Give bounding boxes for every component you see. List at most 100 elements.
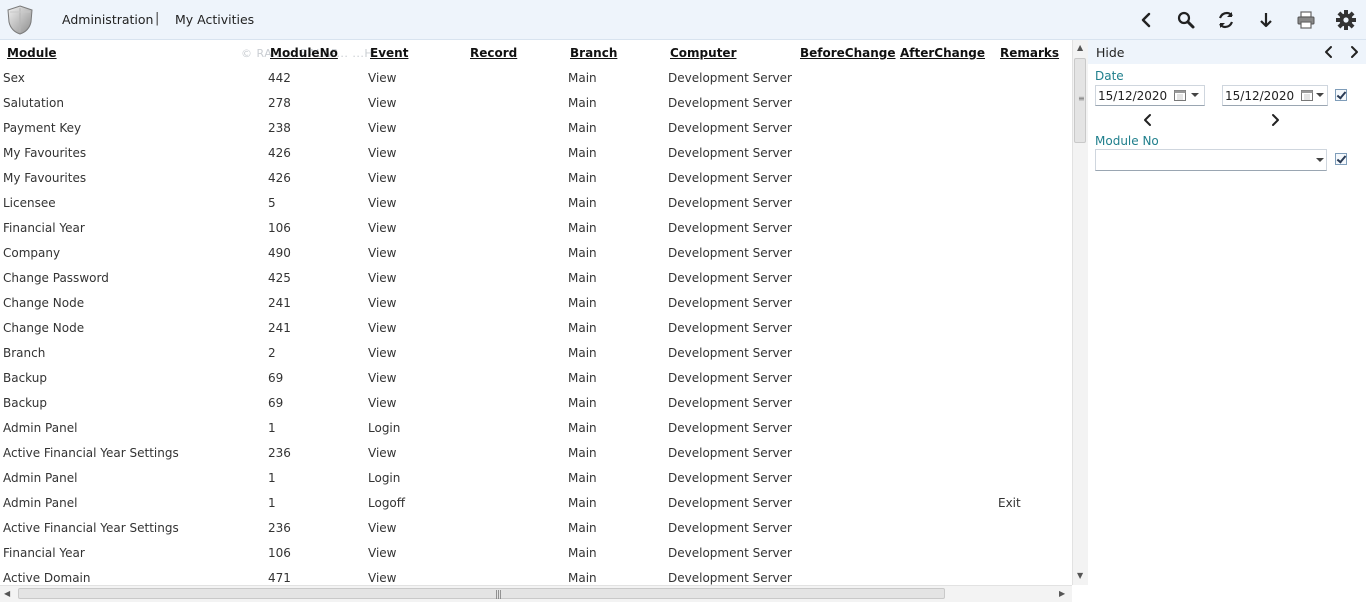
table-row[interactable]: Change Node 241 View Main Development Server — [0, 296, 1072, 321]
table-row[interactable]: Backup 69 View Main Development Server — [0, 396, 1072, 421]
cell-branch: Main — [568, 471, 597, 485]
cell-computer: Development Server — [668, 446, 792, 460]
back-icon[interactable] — [1136, 9, 1158, 31]
scroll-down-icon[interactable]: ▼ — [1077, 571, 1083, 580]
column-header-module[interactable]: Module — [7, 46, 57, 60]
table-row[interactable]: Sex 442 View Main Development Server — [0, 71, 1072, 96]
cell-event: View — [368, 121, 397, 135]
cell-module-no: 236 — [268, 521, 291, 535]
cell-computer: Development Server — [668, 321, 792, 335]
table-row[interactable]: Active Financial Year Settings 236 View Mai… — [0, 521, 1072, 546]
cell-branch: Main — [568, 396, 597, 410]
table-row[interactable]: Salutation 278 View Main Development Server — [0, 96, 1072, 121]
scroll-right-icon[interactable]: ▶ — [1059, 589, 1065, 598]
table-row[interactable]: Admin Panel 1 Logoff Main Development Server… — [0, 496, 1072, 521]
breadcrumb-my-activities[interactable]: My Activities — [175, 12, 254, 27]
cell-event: View — [368, 146, 397, 160]
cell-branch: Main — [568, 346, 597, 360]
column-header-moduleno[interactable]: ModuleNo — [270, 46, 338, 60]
cell-branch: Main — [568, 96, 597, 110]
cell-remarks: Exit — [998, 496, 1021, 510]
cell-module-no: 426 — [268, 171, 291, 185]
cell-event: View — [368, 96, 397, 110]
cell-module: Admin Panel — [3, 421, 78, 435]
calendar-icon[interactable] — [1174, 89, 1186, 101]
download-icon[interactable] — [1255, 9, 1277, 31]
cell-module: Financial Year — [3, 221, 85, 235]
cell-module: Company — [3, 246, 61, 260]
column-header-computer[interactable]: Computer — [670, 46, 736, 60]
cell-module-no: 69 — [268, 371, 284, 385]
table-row[interactable]: Licensee 5 View Main Development Server — [0, 196, 1072, 221]
horizontal-scroll-thumb[interactable]: ||| — [18, 588, 945, 600]
search-icon[interactable] — [1175, 9, 1197, 31]
date-filter-checkbox[interactable] — [1335, 89, 1347, 101]
cell-event: View — [368, 171, 397, 185]
cell-module-no: 426 — [268, 146, 291, 160]
cell-branch: Main — [568, 421, 597, 435]
cell-computer: Development Server — [668, 246, 792, 260]
table-row[interactable]: Change Password 425 View Main Development Se… — [0, 271, 1072, 296]
column-header-remarks[interactable]: Remarks — [1000, 46, 1059, 60]
cell-computer: Development Server — [668, 96, 792, 110]
panel-next-icon[interactable] — [1347, 45, 1361, 59]
column-header-beforechange[interactable]: BeforeChange — [800, 46, 896, 60]
cell-computer: Development Server — [668, 71, 792, 85]
table-row[interactable]: Active Domain 471 View Main Development Serv… — [0, 571, 1072, 586]
breadcrumb-administration[interactable]: Administration — [62, 12, 153, 27]
cell-module: Active Domain — [3, 571, 91, 585]
table-row[interactable]: Payment Key 238 View Main Development Server — [0, 121, 1072, 146]
cell-computer: Development Server — [668, 171, 792, 185]
scroll-left-icon[interactable]: ◀ — [4, 589, 10, 598]
refresh-icon[interactable] — [1215, 9, 1237, 31]
table-row[interactable]: My Favourites 426 View Main Development Serv… — [0, 146, 1072, 171]
cell-event: View — [368, 446, 397, 460]
table-row[interactable]: My Favourites 426 View Main Development Serv… — [0, 171, 1072, 196]
column-header-event[interactable]: Event — [370, 46, 408, 60]
column-header-branch[interactable]: Branch — [570, 46, 617, 60]
cell-event: View — [368, 396, 397, 410]
table-row[interactable]: Admin Panel 1 Login Main Development Server — [0, 471, 1072, 496]
cell-module: Active Financial Year Settings — [3, 521, 179, 535]
calendar-icon[interactable] — [1301, 89, 1313, 101]
module-no-checkbox[interactable] — [1335, 153, 1347, 165]
date-from-field[interactable]: 15/12/2020 — [1095, 85, 1205, 106]
date-to-field[interactable]: 15/12/2020 — [1222, 85, 1328, 106]
vertical-scroll-thumb[interactable]: ≡ — [1074, 58, 1086, 143]
cell-event: View — [368, 546, 397, 560]
table-row[interactable]: Change Node 241 View Main Development Server — [0, 321, 1072, 346]
hide-panel-button[interactable]: Hide — [1096, 45, 1125, 60]
cell-module: Backup — [3, 371, 47, 385]
module-no-select[interactable] — [1095, 149, 1327, 171]
table-row[interactable]: Admin Panel 1 Login Main Development Server — [0, 421, 1072, 446]
table-row[interactable]: Company 490 View Main Development Server — [0, 246, 1072, 271]
table-row[interactable]: Active Financial Year Settings 236 View Mai… — [0, 446, 1072, 471]
chevron-down-icon[interactable] — [1316, 158, 1324, 162]
scroll-up-icon[interactable]: ▲ — [1077, 43, 1083, 52]
table-row[interactable]: Financial Year 106 View Main Development Ser… — [0, 221, 1072, 246]
print-icon[interactable] — [1295, 9, 1317, 31]
cell-branch: Main — [568, 71, 597, 85]
cell-module: Active Financial Year Settings — [3, 446, 179, 460]
vertical-scrollbar[interactable]: ▲ ≡ ▼ — [1072, 40, 1088, 585]
cell-event: Logoff — [368, 496, 406, 510]
settings-icon[interactable] — [1335, 9, 1357, 31]
horizontal-scrollbar[interactable]: ◀ ||| ▶ — [0, 585, 1072, 602]
cell-branch: Main — [568, 571, 597, 585]
table-row[interactable]: Branch 2 View Main Development Server — [0, 346, 1072, 371]
column-header-afterchange[interactable]: AfterChange — [900, 46, 985, 60]
cell-module: Salutation — [3, 96, 64, 110]
chevron-down-icon[interactable] — [1316, 93, 1324, 97]
cell-module-no: 471 — [268, 571, 291, 585]
table-row[interactable]: Financial Year 106 View Main Development Ser… — [0, 546, 1072, 571]
shield-logo-icon — [5, 4, 35, 36]
cell-module: Licensee — [3, 196, 56, 210]
column-header-record[interactable]: Record — [470, 46, 517, 60]
panel-prev-icon[interactable] — [1322, 45, 1336, 59]
date-next-icon[interactable] — [1268, 113, 1282, 127]
cell-branch: Main — [568, 171, 597, 185]
table-row[interactable]: Backup 69 View Main Development Server — [0, 371, 1072, 396]
chevron-down-icon[interactable] — [1191, 93, 1199, 97]
date-prev-icon[interactable] — [1141, 113, 1155, 127]
cell-event: View — [368, 246, 397, 260]
